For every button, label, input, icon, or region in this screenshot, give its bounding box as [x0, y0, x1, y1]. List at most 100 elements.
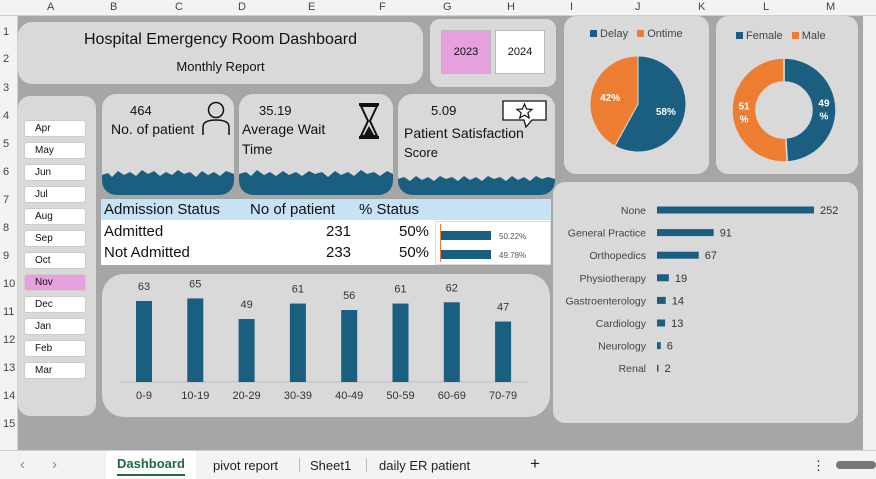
age-tick-label: 40-49 [335, 390, 363, 402]
column-header[interactable]: F [379, 1, 386, 13]
column-header[interactable]: C [175, 1, 183, 13]
kpi-satisfaction-value: 5.09 [431, 103, 457, 118]
satisfaction-wave [398, 176, 555, 195]
prev-sheet-button[interactable]: ‹ [20, 456, 25, 473]
month-button-aug[interactable]: Aug [24, 208, 86, 225]
dept-bar [657, 319, 666, 327]
tab-pivot-report[interactable]: pivot report [213, 458, 278, 473]
department-card: None 252 General Practice 91 Orthopedics 67 Ph… [553, 182, 858, 423]
kpi-wait-value: 35.19 [259, 103, 292, 118]
donut-label-unit: % [820, 112, 829, 123]
admission-status: Admitted [104, 223, 164, 240]
star-message-icon [502, 100, 547, 128]
tab-dashboard[interactable]: Dashboard [106, 451, 196, 479]
column-header[interactable]: H [507, 1, 515, 13]
dept-value-label: 14 [672, 295, 684, 307]
vertical-scrollbar[interactable] [863, 16, 876, 450]
row-header[interactable]: 6 [3, 166, 9, 178]
month-button-feb[interactable]: Feb [24, 340, 86, 357]
row-header[interactable]: 15 [3, 418, 15, 430]
page-title: Hospital Emergency Room Dashboard [83, 31, 357, 48]
row-header[interactable]: 5 [3, 138, 9, 150]
next-sheet-button[interactable]: › [52, 456, 57, 473]
row-header[interactable]: 10 [3, 278, 15, 290]
kpi-satisfaction-card: 5.09 Patient Satisfaction Score [398, 94, 555, 195]
age-bar-label: 62 [446, 282, 458, 294]
month-button-mar[interactable]: Mar [24, 362, 86, 379]
kpi-patients-value: 464 [130, 103, 152, 118]
add-sheet-button[interactable]: + [530, 454, 540, 474]
wait-wave [239, 170, 393, 195]
column-header[interactable]: M [826, 1, 835, 13]
age-bar-label: 47 [497, 302, 509, 314]
kpi-wait-label-line2: Time [242, 141, 273, 157]
age-tick-label: 10-19 [181, 390, 209, 402]
dept-category-label: General Practice [568, 228, 646, 240]
column-header[interactable]: B [110, 1, 117, 13]
page-subtitle: Monthly Report [176, 59, 265, 74]
age-bar-label: 61 [292, 284, 304, 296]
age-chart-card: 63 0-9 65 10-19 49 20-29 61 30-39 56 40-49 61 50-59… [102, 274, 550, 417]
month-button-jan[interactable]: Jan [24, 318, 86, 335]
age-bar [289, 303, 306, 382]
month-button-nov[interactable]: Nov [24, 274, 86, 291]
age-bar-label: 49 [240, 299, 252, 311]
column-header[interactable]: D [238, 1, 246, 13]
row-header[interactable]: 14 [3, 390, 15, 402]
row-header[interactable]: 11 [3, 306, 14, 318]
dept-bar [657, 296, 666, 304]
month-slicer: Apr May Jun Jul Aug Sep Oct Nov Dec Jan Feb Mar [18, 96, 96, 416]
column-header[interactable]: J [635, 1, 641, 13]
tab-daily-er-patient[interactable]: daily ER patient [379, 458, 470, 473]
more-options-icon[interactable]: ⋮ [812, 458, 825, 474]
column-header[interactable]: E [308, 1, 315, 13]
donut-label: 51 [738, 101, 750, 112]
pie-label: 58% [656, 107, 676, 118]
age-bar [443, 302, 460, 382]
year-button-2024[interactable]: 2024 [495, 30, 545, 74]
row-header[interactable]: 4 [3, 110, 9, 122]
patients-wave [102, 170, 234, 195]
column-header[interactable]: A [47, 1, 54, 13]
age-bar-label: 56 [343, 290, 355, 302]
column-header[interactable]: L [763, 1, 769, 13]
row-header[interactable]: 2 [3, 53, 9, 65]
year-slicer: 2023 2024 [430, 19, 556, 87]
row-header[interactable]: 9 [3, 250, 9, 262]
row-header[interactable]: 8 [3, 222, 9, 234]
month-button-jul[interactable]: Jul [24, 186, 86, 203]
horizontal-scrollbar[interactable] [836, 461, 876, 469]
gender-card: Female Male 49% 51% [716, 16, 858, 174]
sheet-tabs-bar: ‹ › Dashboard pivot report Sheet1 daily … [0, 450, 876, 479]
month-button-sep[interactable]: Sep [24, 230, 86, 247]
column-header[interactable]: G [443, 1, 452, 13]
column-header[interactable]: I [570, 1, 573, 13]
dept-value-label: 67 [705, 250, 717, 262]
kpi-patients-card: 464 No. of patient [102, 94, 234, 195]
month-button-jun[interactable]: Jun [24, 164, 86, 181]
dept-category-label: None [621, 205, 646, 217]
dept-bar [657, 251, 699, 259]
row-header[interactable]: 12 [3, 334, 15, 346]
wait-status-pie: 58% 42% [589, 55, 687, 153]
admission-table: Admission Status No of patient % Status … [101, 199, 551, 265]
row-header[interactable]: 3 [3, 82, 9, 94]
dept-bar [657, 342, 661, 350]
dept-value-label: 2 [665, 363, 671, 375]
admission-count: 231 [326, 223, 352, 240]
row-header[interactable]: 1 [3, 26, 9, 38]
month-button-oct[interactable]: Oct [24, 252, 86, 269]
tab-sheet1[interactable]: Sheet1 [310, 458, 351, 473]
dept-bar [657, 364, 659, 372]
kpi-wait-card: 35.19 Average Wait Time [239, 94, 393, 195]
row-header[interactable]: 7 [3, 194, 9, 206]
column-header[interactable]: K [698, 1, 705, 13]
age-tick-label: 60-69 [438, 390, 466, 402]
month-button-dec[interactable]: Dec [24, 296, 86, 313]
row-header[interactable]: 13 [3, 362, 15, 374]
age-tick-label: 70-79 [489, 390, 517, 402]
month-button-apr[interactable]: Apr [24, 120, 86, 137]
year-button-2023[interactable]: 2023 [441, 30, 491, 74]
dept-value-label: 19 [675, 273, 687, 285]
month-button-may[interactable]: May [24, 142, 86, 159]
